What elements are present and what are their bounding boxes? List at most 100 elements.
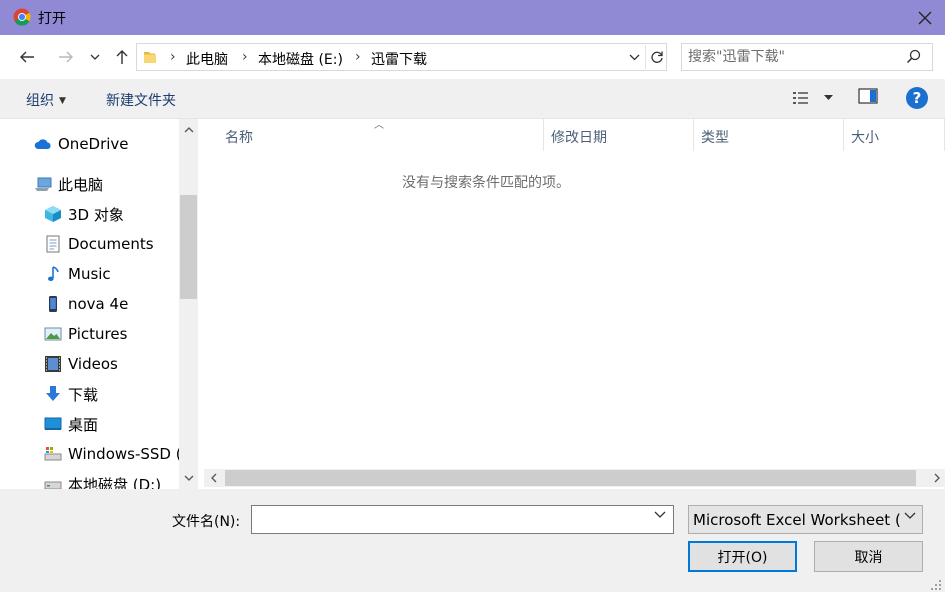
videos-icon <box>44 355 62 373</box>
filetype-select[interactable]: Microsoft Excel Worksheet (* <box>688 505 923 534</box>
column-header-modified[interactable]: 修改日期 <box>544 119 694 151</box>
view-options-button[interactable] <box>792 87 833 109</box>
forward-button[interactable] <box>54 44 78 70</box>
file-list-pane: ︿ 名称 修改日期 类型 大小 没有与搜索条件匹配的项。 <box>201 119 945 489</box>
3d-objects-icon <box>44 205 62 223</box>
close-button[interactable] <box>905 0 945 35</box>
refresh-button[interactable] <box>645 45 667 69</box>
organize-menu[interactable]: 组织 ▼ <box>26 90 66 110</box>
nav-item-label: 桌面 <box>68 415 99 434</box>
title-bar: 打开 <box>0 0 945 35</box>
breadcrumb-separator: › <box>242 49 248 65</box>
nav-item-documents[interactable]: Documents <box>44 231 154 257</box>
filename-label: 文件名(N): <box>172 514 241 530</box>
command-bar: 组织 ▼ 新建文件夹 ? <box>0 79 945 119</box>
this-pc-icon <box>34 175 52 193</box>
nav-item-this-pc[interactable]: 此电脑 <box>34 171 103 197</box>
nav-item-label: 下载 <box>68 385 99 404</box>
scroll-down-button[interactable] <box>179 470 198 486</box>
breadcrumb-xunlei-downloads[interactable]: 迅雷下载 <box>371 49 427 69</box>
nav-item-desktop[interactable]: 桌面 <box>44 411 98 437</box>
desktop-icon <box>44 415 62 433</box>
folder-icon <box>144 52 156 63</box>
address-history-dropdown[interactable] <box>625 48 643 66</box>
caret-down-icon <box>824 95 833 100</box>
filename-combobox[interactable] <box>251 505 674 534</box>
nav-item-pictures[interactable]: Pictures <box>44 321 127 347</box>
chevron-up-icon <box>184 127 193 133</box>
chevron-left-icon <box>211 473 217 483</box>
filename-input[interactable] <box>256 509 651 530</box>
nav-item-nova-4e[interactable]: nova 4e <box>44 291 128 317</box>
cancel-button[interactable]: 取消 <box>814 541 923 572</box>
horizontal-scrollbar[interactable] <box>204 469 945 487</box>
nav-item-music[interactable]: Music <box>44 261 111 287</box>
breadcrumb-drive-e[interactable]: 本地磁盘 (E:) <box>258 49 343 69</box>
preview-pane-button[interactable] <box>858 88 878 108</box>
scroll-thumb[interactable] <box>225 470 916 486</box>
nav-item-drive-d[interactable]: 本地磁盘 (D:) <box>44 471 161 489</box>
nav-item-windows-ssd[interactable]: Windows-SSD ( <box>44 441 182 467</box>
column-header-type[interactable]: 类型 <box>694 119 844 151</box>
scroll-thumb[interactable] <box>180 195 197 299</box>
chevron-down-icon <box>184 475 193 481</box>
chevron-right-icon <box>934 473 940 483</box>
recent-locations-button[interactable] <box>85 44 105 70</box>
address-bar[interactable]: › 此电脑 › 本地磁盘 (E:) › 迅雷下载 <box>136 43 667 71</box>
scroll-up-button[interactable] <box>179 122 198 138</box>
nav-item-label: Videos <box>68 355 118 373</box>
breadcrumb-separator: › <box>355 49 361 65</box>
documents-icon <box>44 235 62 253</box>
empty-message: 没有与搜索条件匹配的项。 <box>402 175 570 191</box>
nav-scrollbar[interactable] <box>179 119 198 489</box>
nav-item-downloads[interactable]: 下载 <box>44 381 98 407</box>
recent-locations-icon <box>90 54 100 60</box>
phone-icon <box>44 295 62 313</box>
downloads-icon <box>44 385 62 403</box>
resize-grip-icon[interactable] <box>928 577 942 591</box>
close-icon <box>918 11 932 24</box>
chevron-down-icon <box>629 54 639 60</box>
breadcrumb-this-pc[interactable]: 此电脑 <box>186 49 228 69</box>
search-input[interactable] <box>688 47 898 67</box>
music-icon <box>44 265 62 283</box>
window-title: 打开 <box>38 11 66 27</box>
search-icon[interactable] <box>906 49 921 64</box>
nav-item-3d-objects[interactable]: 3D 对象 <box>44 201 124 227</box>
back-button[interactable] <box>15 44 39 70</box>
chevron-down-icon <box>904 512 916 519</box>
refresh-icon <box>650 51 663 63</box>
up-arrow-icon <box>116 50 128 64</box>
nav-item-label: 3D 对象 <box>68 205 124 224</box>
scroll-right-button[interactable] <box>929 470 945 486</box>
nav-item-videos[interactable]: Videos <box>44 351 118 377</box>
chevron-down-icon[interactable] <box>654 511 666 519</box>
help-icon[interactable]: ? <box>906 87 928 109</box>
nav-item-label: 此电脑 <box>58 175 104 194</box>
scroll-left-button[interactable] <box>206 470 222 486</box>
nav-item-label: nova 4e <box>68 295 129 313</box>
dialog-footer: 文件名(N): Microsoft Excel Worksheet (* 打开(… <box>0 489 945 592</box>
nav-item-label: 本地磁盘 (D:) <box>68 475 162 490</box>
filetype-value: Microsoft Excel Worksheet (* <box>693 511 901 529</box>
nav-item-onedrive[interactable]: OneDrive <box>34 131 129 157</box>
drive-icon <box>44 445 62 463</box>
column-header-row: ︿ 名称 修改日期 类型 大小 <box>201 119 945 151</box>
open-button[interactable]: 打开(O) <box>688 541 797 572</box>
search-box[interactable] <box>681 43 933 71</box>
drive-icon <box>44 475 62 489</box>
column-header-size[interactable]: 大小 <box>844 119 945 151</box>
nav-item-label: Documents <box>68 235 154 253</box>
nav-item-label: Pictures <box>68 325 128 343</box>
nav-item-label: Music <box>68 265 111 283</box>
nav-item-label: Windows-SSD ( <box>68 445 182 463</box>
nav-item-label: OneDrive <box>58 135 129 153</box>
column-header-name[interactable]: ︿ 名称 <box>201 119 544 151</box>
up-button[interactable] <box>110 44 134 70</box>
preview-pane-icon <box>858 88 878 104</box>
back-arrow-icon <box>20 51 34 63</box>
new-folder-button[interactable]: 新建文件夹 <box>106 90 176 110</box>
pictures-icon <box>44 325 62 343</box>
caret-down-icon: ▼ <box>59 96 66 106</box>
new-folder-label: 新建文件夹 <box>106 93 176 109</box>
